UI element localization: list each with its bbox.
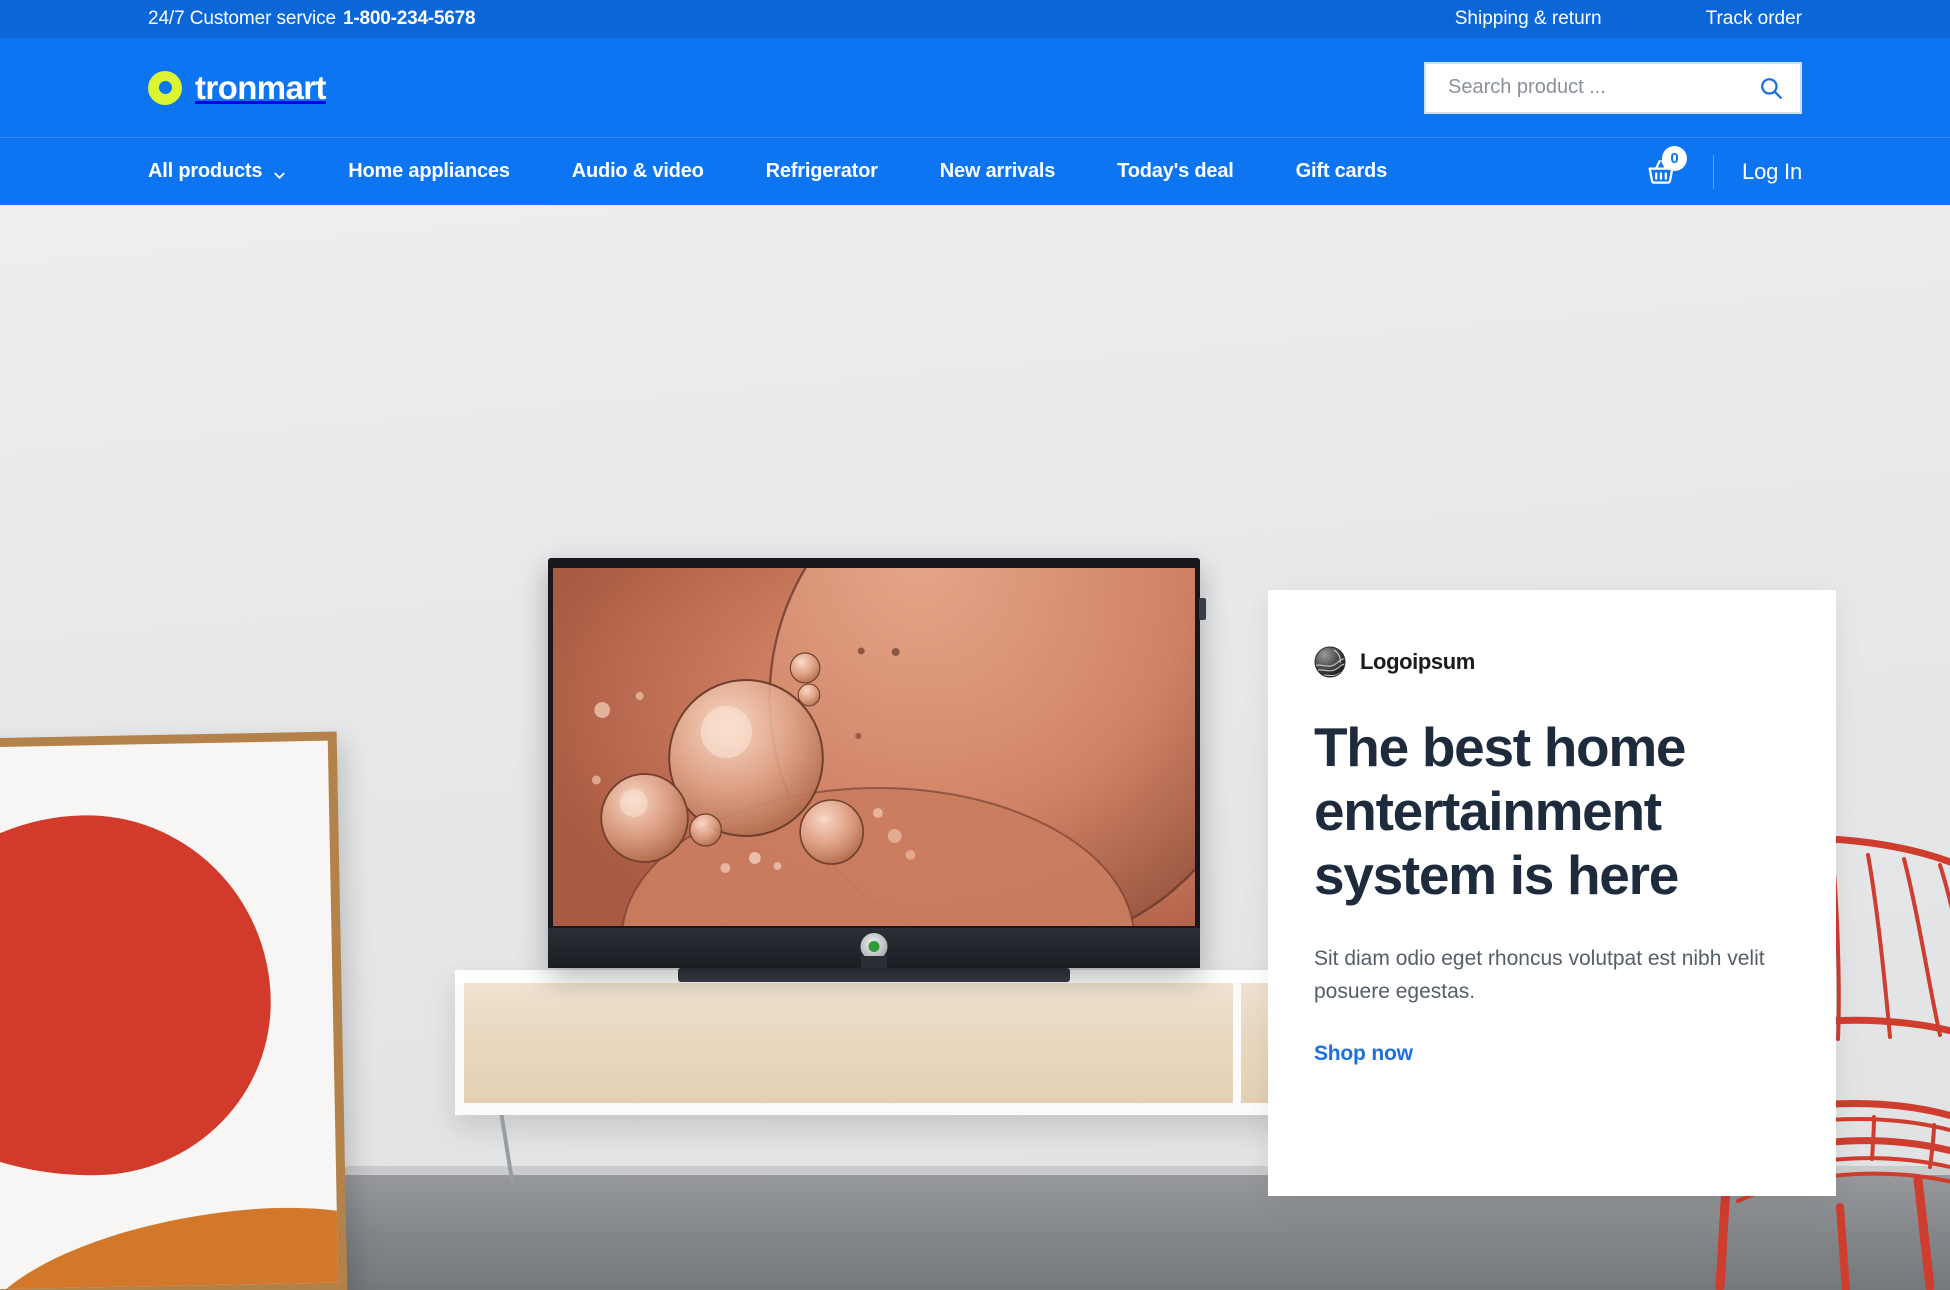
nav-item-gift-cards[interactable]: Gift cards: [1265, 160, 1418, 183]
nav-item-label: Home appliances: [348, 160, 510, 182]
brand-name: tronmart: [195, 68, 326, 106]
cart-button[interactable]: 0: [1641, 145, 1688, 192]
tv-stand-base: [678, 968, 1070, 982]
brand-logo[interactable]: tronmart: [148, 69, 326, 107]
customer-service-phone[interactable]: 1-800-234-5678: [343, 8, 476, 30]
hero-section: Logoipsum The best home entertainment sy…: [0, 205, 1950, 1290]
framed-artwork: [0, 731, 348, 1290]
artwork-orange-band: [0, 1191, 339, 1290]
nav-actions: 0 Log In: [1641, 145, 1802, 192]
promo-brand-name: Logoipsum: [1360, 649, 1475, 674]
nav-item-refrigerator[interactable]: Refrigerator: [735, 160, 909, 183]
nav-item-label: All products: [148, 160, 263, 182]
search-input[interactable]: [1448, 76, 1758, 99]
shipping-return-link[interactable]: Shipping & return: [1455, 8, 1602, 30]
nav-item-label: Gift cards: [1295, 160, 1388, 182]
search-icon[interactable]: [1758, 75, 1784, 101]
tv-side-button: [1199, 598, 1206, 620]
nav-item-label: Refrigerator: [765, 160, 878, 182]
main-navigation: All products Home appliances Audio & vid…: [0, 137, 1950, 205]
nav-item-home-appliances[interactable]: Home appliances: [317, 160, 541, 183]
nav-item-all-products[interactable]: All products: [148, 160, 317, 183]
promo-brand: Logoipsum: [1314, 646, 1780, 678]
nav-item-label: Today's deal: [1117, 160, 1234, 182]
search-bar[interactable]: [1424, 61, 1802, 114]
nav-item-new-arrivals[interactable]: New arrivals: [909, 160, 1086, 183]
nav-divider: [1713, 154, 1715, 189]
nav-item-audio-video[interactable]: Audio & video: [541, 160, 735, 183]
promo-description: Sit diam odio eget rhoncus volutpat est …: [1314, 947, 1765, 1003]
shop-now-link[interactable]: Shop now: [1314, 1042, 1413, 1065]
promo-headline: The best home entertainment system is he…: [1314, 716, 1687, 906]
console-door-left: [464, 983, 1233, 1103]
nav-item-todays-deal[interactable]: Today's deal: [1086, 160, 1264, 183]
nav-item-list: All products Home appliances Audio & vid…: [148, 160, 1418, 183]
login-link[interactable]: Log In: [1742, 159, 1802, 185]
top-utility-bar: 24/7 Customer service 1-800-234-5678 Shi…: [0, 0, 1950, 38]
track-order-link[interactable]: Track order: [1706, 8, 1802, 30]
cart-count-badge: 0: [1662, 145, 1688, 171]
television-product-image: [548, 558, 1206, 982]
hero-promo-card: Logoipsum The best home entertainment sy…: [1268, 590, 1836, 1196]
chevron-down-icon: [273, 165, 286, 179]
artwork-red-shape: [0, 811, 275, 1180]
nav-item-label: Audio & video: [571, 160, 704, 182]
logo-donut-icon: [148, 70, 182, 105]
tv-screen-content: [553, 568, 1195, 926]
customer-service-info: 24/7 Customer service 1-800-234-5678: [148, 8, 476, 30]
top-utility-links: Shipping & return Track order: [1455, 8, 1802, 30]
site-header: tronmart: [0, 38, 1950, 137]
nav-item-label: New arrivals: [939, 160, 1056, 182]
customer-service-label: 24/7 Customer service: [148, 8, 336, 29]
logoipsum-sphere-icon: [1314, 646, 1346, 678]
